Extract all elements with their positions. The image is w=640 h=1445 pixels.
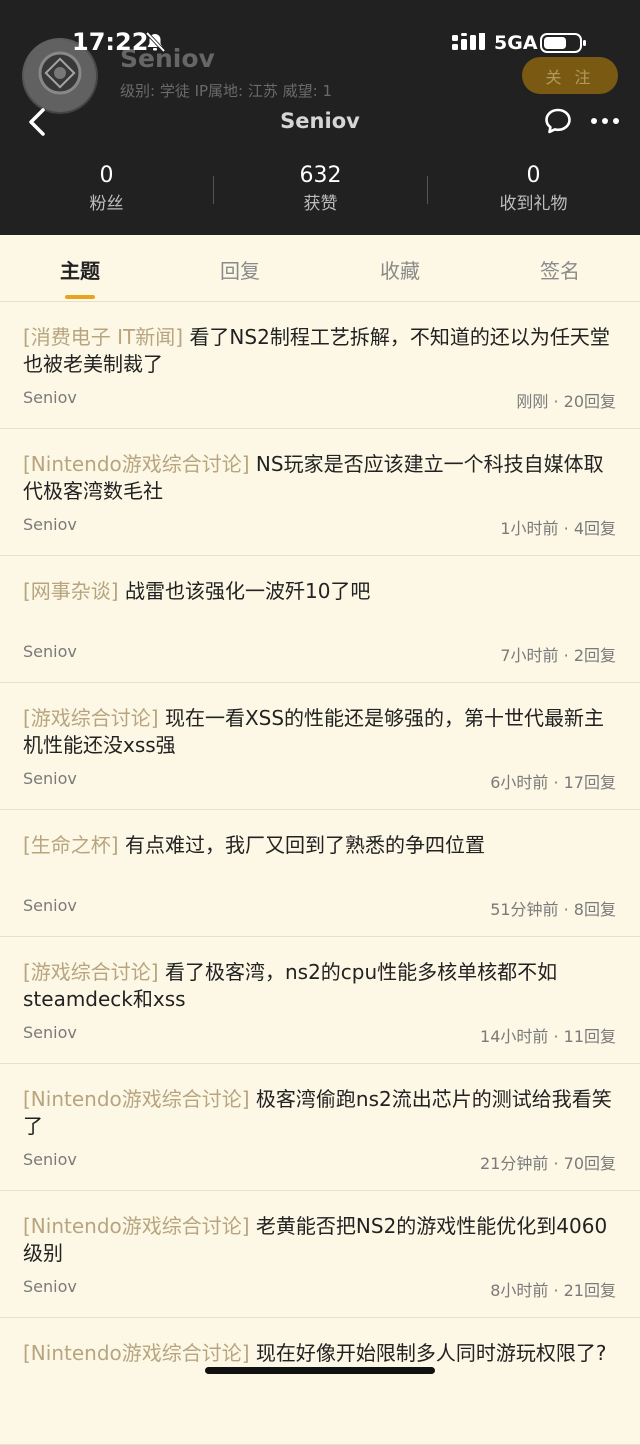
post-title: [Nintendo游戏综合讨论] NS玩家是否应该建立一个科技自媒体取代极客湾数… [23, 451, 617, 505]
post-forum: [Nintendo游戏综合讨论] [23, 1214, 250, 1238]
list-item[interactable]: [网事杂谈] 战雷也该强化一波歼10了吧 Seniov 7小时前 · 2回复 [0, 556, 640, 683]
post-author: Seniov [23, 642, 77, 661]
post-meta: 14小时前 · 11回复 [480, 1027, 616, 1046]
post-meta: 6小时前 · 17回复 [490, 773, 616, 792]
post-title: [网事杂谈] 战雷也该强化一波歼10了吧 [23, 578, 617, 605]
post-author: Seniov [23, 1277, 77, 1296]
post-meta: 8小时前 · 21回复 [490, 1281, 616, 1300]
post-forum: [游戏综合讨论] [23, 960, 159, 984]
stat-gifts[interactable]: 0 收到礼物 [427, 160, 640, 216]
tab-indicator [65, 295, 95, 299]
list-item[interactable]: [游戏综合讨论] 现在一看XSS的性能还是够强的，第十世代最新主机性能还没xss… [0, 683, 640, 810]
post-forum: [Nintendo游戏综合讨论] [23, 452, 250, 476]
list-item[interactable]: [Nintendo游戏综合讨论] 极客湾偷跑ns2流出芯片的测试给我看笑了 Se… [0, 1064, 640, 1191]
post-title: [Nintendo游戏综合讨论] 现在好像开始限制多人同时游玩权限了? [23, 1340, 617, 1367]
post-meta: 7小时前 · 2回复 [500, 646, 616, 665]
tab-favorites[interactable]: 收藏 [320, 255, 480, 284]
stat-label: 收到礼物 [499, 194, 568, 214]
list-item[interactable]: [消费电子 IT新闻] 看了NS2制程工艺拆解，不知道的还以为任天堂也被老美制裁… [0, 302, 640, 429]
profile-header: Seniov 级别: 学徒 IP属地: 江苏 威望: 1 关 注 17:22 5… [0, 0, 640, 235]
post-title: [游戏综合讨论] 现在一看XSS的性能还是够强的，第十世代最新主机性能还没xss… [23, 705, 617, 759]
post-author: Seniov [23, 1023, 77, 1042]
bell-muted-icon [145, 31, 166, 53]
post-title-text: 现在好像开始限制多人同时游玩权限了? [255, 1341, 607, 1365]
post-meta: 1小时前 · 4回复 [500, 519, 616, 538]
network-type: 5GA [494, 32, 538, 54]
post-forum: [生命之杯] [23, 833, 119, 857]
list-item[interactable]: [游戏综合讨论] 看了极客湾，ns2的cpu性能多核单核都不如steamdeck… [0, 937, 640, 1064]
home-indicator[interactable] [205, 1367, 435, 1374]
list-item[interactable]: [生命之杯] 有点难过，我厂又回到了熟悉的争四位置 Seniov 51分钟前 ·… [0, 810, 640, 937]
stat-value: 0 [99, 163, 114, 188]
tab-signature[interactable]: 签名 [480, 255, 640, 284]
post-forum: [消费电子 IT新闻] [23, 325, 184, 349]
post-meta: 21分钟前 · 70回复 [480, 1154, 616, 1173]
message-icon[interactable] [543, 106, 573, 136]
post-title-text: 战雷也该强化一波歼10了吧 [124, 579, 371, 603]
stat-value: 632 [299, 163, 342, 188]
status-time: 17:22 [72, 28, 149, 56]
follow-button[interactable]: 关 注 [522, 57, 618, 94]
post-title: [生命之杯] 有点难过，我厂又回到了熟悉的争四位置 [23, 832, 617, 859]
stat-value: 0 [526, 163, 541, 188]
post-meta: 51分钟前 · 8回复 [490, 900, 616, 919]
tab-bar: 主题 回复 收藏 签名 [0, 235, 640, 302]
post-title: [Nintendo游戏综合讨论] 老黄能否把NS2的游戏性能优化到4060级别 [23, 1213, 617, 1267]
post-title: [Nintendo游戏综合讨论] 极客湾偷跑ns2流出芯片的测试给我看笑了 [23, 1086, 617, 1140]
post-author: Seniov [23, 388, 77, 407]
stat-likes[interactable]: 632 获赞 [214, 160, 427, 216]
tab-topics[interactable]: 主题 [0, 255, 160, 284]
post-forum: [Nintendo游戏综合讨论] [23, 1087, 250, 1111]
tab-replies[interactable]: 回复 [160, 255, 320, 284]
signal-icon [452, 33, 485, 50]
post-author: Seniov [23, 896, 77, 915]
list-item[interactable]: [Nintendo游戏综合讨论] 老黄能否把NS2的游戏性能优化到4060级别 … [0, 1191, 640, 1318]
stat-label: 粉丝 [89, 194, 124, 214]
stat-label: 获赞 [303, 194, 338, 214]
post-forum: [Nintendo游戏综合讨论] [23, 1341, 250, 1365]
post-author: Seniov [23, 1150, 77, 1169]
more-icon[interactable] [590, 115, 620, 127]
post-author: Seniov [23, 769, 77, 788]
list-item[interactable]: [Nintendo游戏综合讨论] 现在好像开始限制多人同时游玩权限了? [0, 1318, 640, 1445]
profile-meta: 级别: 学徒 IP属地: 江苏 威望: 1 [120, 82, 333, 100]
post-forum: [游戏综合讨论] [23, 706, 159, 730]
post-title-text: 有点难过，我厂又回到了熟悉的争四位置 [124, 833, 485, 857]
post-forum: [网事杂谈] [23, 579, 119, 603]
stat-fans[interactable]: 0 粉丝 [0, 160, 213, 216]
post-title: [游戏综合讨论] 看了极客湾，ns2的cpu性能多核单核都不如steamdeck… [23, 959, 617, 1013]
list-item[interactable]: [Nintendo游戏综合讨论] NS玩家是否应该建立一个科技自媒体取代极客湾数… [0, 429, 640, 556]
post-author: Seniov [23, 515, 77, 534]
post-list: [消费电子 IT新闻] 看了NS2制程工艺拆解，不知道的还以为任天堂也被老美制裁… [0, 302, 640, 1445]
post-title: [消费电子 IT新闻] 看了NS2制程工艺拆解，不知道的还以为任天堂也被老美制裁… [23, 324, 617, 378]
post-meta: 刚刚 · 20回复 [516, 392, 616, 411]
battery-icon [540, 33, 586, 53]
